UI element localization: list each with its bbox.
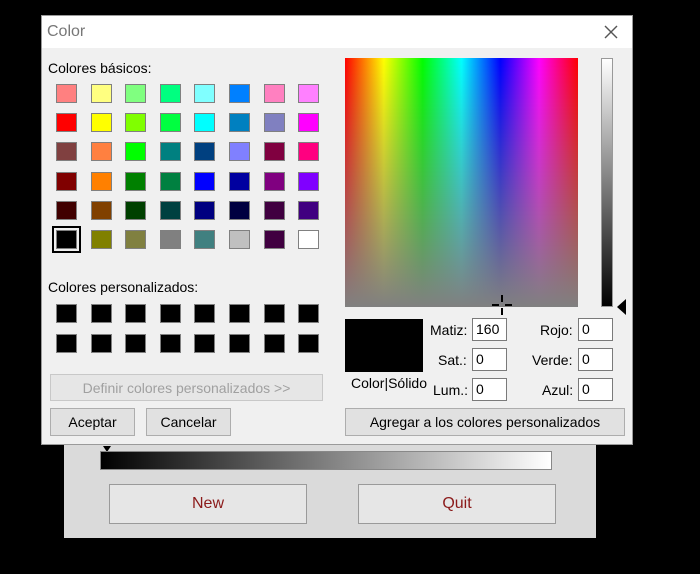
basic-color-swatch[interactable]: [298, 171, 320, 191]
custom-color-swatch[interactable]: [298, 304, 320, 323]
basic-color-swatch[interactable]: [56, 142, 77, 162]
close-icon[interactable]: [598, 19, 624, 45]
basic-color-swatch[interactable]: [263, 230, 285, 249]
basic-color-swatch[interactable]: [298, 230, 320, 249]
red-field[interactable]: 0: [578, 318, 613, 341]
custom-color-swatch[interactable]: [263, 334, 285, 353]
lum-label: Lum.:: [433, 382, 469, 398]
basic-color-swatch[interactable]: [159, 142, 181, 162]
basic-color-swatch[interactable]: [52, 226, 81, 253]
basic-color-swatch[interactable]: [125, 142, 147, 162]
custom-color-swatch[interactable]: [229, 304, 250, 323]
basic-color-swatch[interactable]: [159, 171, 181, 191]
basic-color-swatch[interactable]: [90, 171, 112, 191]
new-button[interactable]: New: [109, 484, 307, 524]
custom-color-swatch[interactable]: [229, 334, 250, 353]
basic-color-swatch[interactable]: [229, 171, 250, 191]
add-to-custom-colors-button[interactable]: Agregar a los colores personalizados: [345, 408, 625, 436]
sat-label: Sat.:: [438, 352, 467, 368]
custom-color-swatch[interactable]: [298, 334, 320, 353]
sat-field[interactable]: 0: [472, 348, 507, 371]
custom-color-swatch[interactable]: [90, 304, 112, 323]
custom-color-swatch[interactable]: [56, 334, 77, 353]
basic-color-swatch[interactable]: [263, 113, 285, 133]
define-custom-colors-button[interactable]: Definir colores personalizados >>: [50, 374, 323, 401]
basic-color-swatch[interactable]: [194, 113, 216, 133]
lum-field[interactable]: 0: [472, 378, 507, 401]
basic-color-swatch[interactable]: [263, 200, 285, 220]
hue-field[interactable]: 160: [472, 318, 507, 341]
basic-color-swatch[interactable]: [263, 142, 285, 162]
background-app-window: New Quit: [64, 430, 596, 538]
luminosity-arrow-icon[interactable]: [617, 299, 626, 315]
basic-color-swatch[interactable]: [263, 171, 285, 191]
basic-color-swatch[interactable]: [263, 84, 285, 103]
basic-color-swatch[interactable]: [90, 230, 112, 249]
green-label: Verde:: [532, 352, 573, 368]
color-solid-label: Color|Sólido: [351, 375, 428, 391]
gradient-bar[interactable]: [100, 451, 552, 470]
basic-color-swatch[interactable]: [56, 113, 77, 133]
color-dialog: Color Colores básicos: Colores personali…: [41, 15, 633, 445]
basic-color-swatch[interactable]: [229, 200, 250, 220]
blue-label: Azul:: [542, 382, 574, 398]
basic-color-swatch[interactable]: [194, 200, 216, 220]
basic-color-swatch[interactable]: [159, 230, 181, 249]
basic-color-swatch[interactable]: [159, 84, 181, 103]
luminosity-slider[interactable]: [601, 58, 613, 307]
basic-color-swatch[interactable]: [56, 200, 77, 220]
basic-color-swatch[interactable]: [229, 84, 250, 103]
cancel-button[interactable]: Cancelar: [146, 408, 231, 436]
basic-color-swatch[interactable]: [159, 200, 181, 220]
basic-color-swatch[interactable]: [125, 113, 147, 133]
basic-colors-label: Colores básicos:: [48, 60, 152, 76]
custom-color-swatch[interactable]: [159, 304, 181, 323]
color-spectrum[interactable]: [345, 58, 578, 307]
custom-color-swatch[interactable]: [125, 334, 147, 353]
basic-color-swatch[interactable]: [125, 84, 147, 103]
basic-color-swatch[interactable]: [298, 142, 320, 162]
basic-color-swatch[interactable]: [159, 113, 181, 133]
custom-color-swatch[interactable]: [194, 304, 216, 323]
basic-color-swatch[interactable]: [90, 113, 112, 133]
green-field[interactable]: 0: [578, 348, 613, 371]
red-label: Rojo:: [540, 322, 573, 338]
custom-color-swatch[interactable]: [194, 334, 216, 353]
basic-color-swatch[interactable]: [125, 200, 147, 220]
basic-color-swatch[interactable]: [56, 171, 77, 191]
basic-color-swatch[interactable]: [229, 142, 250, 162]
basic-color-swatch[interactable]: [298, 84, 320, 103]
blue-field[interactable]: 0: [578, 378, 613, 401]
basic-color-swatch[interactable]: [90, 84, 112, 103]
basic-color-swatch[interactable]: [194, 142, 216, 162]
crosshair-icon[interactable]: [491, 294, 513, 316]
basic-color-swatch[interactable]: [229, 230, 250, 249]
dialog-title: Color: [47, 23, 86, 40]
basic-color-swatch[interactable]: [298, 200, 320, 220]
basic-color-swatch[interactable]: [194, 171, 216, 191]
hue-label: Matiz:: [430, 322, 468, 338]
basic-color-swatch[interactable]: [90, 200, 112, 220]
basic-color-swatch[interactable]: [56, 84, 77, 103]
custom-color-swatch[interactable]: [159, 334, 181, 353]
ok-button[interactable]: Aceptar: [50, 408, 135, 436]
basic-color-swatch[interactable]: [90, 142, 112, 162]
quit-button[interactable]: Quit: [358, 484, 556, 524]
basic-color-swatch[interactable]: [125, 230, 147, 249]
custom-color-swatch[interactable]: [125, 304, 147, 323]
basic-color-swatch[interactable]: [229, 113, 250, 133]
basic-color-swatch[interactable]: [298, 113, 320, 133]
custom-color-swatch[interactable]: [263, 304, 285, 323]
basic-color-swatch[interactable]: [194, 230, 216, 249]
color-preview: [345, 319, 423, 372]
basic-color-swatch[interactable]: [194, 84, 216, 103]
custom-color-swatch[interactable]: [56, 304, 77, 323]
basic-color-swatch[interactable]: [125, 171, 147, 191]
custom-colors-label: Colores personalizados:: [48, 279, 199, 295]
title-bar: Color: [42, 16, 632, 48]
custom-color-swatch[interactable]: [90, 334, 112, 353]
